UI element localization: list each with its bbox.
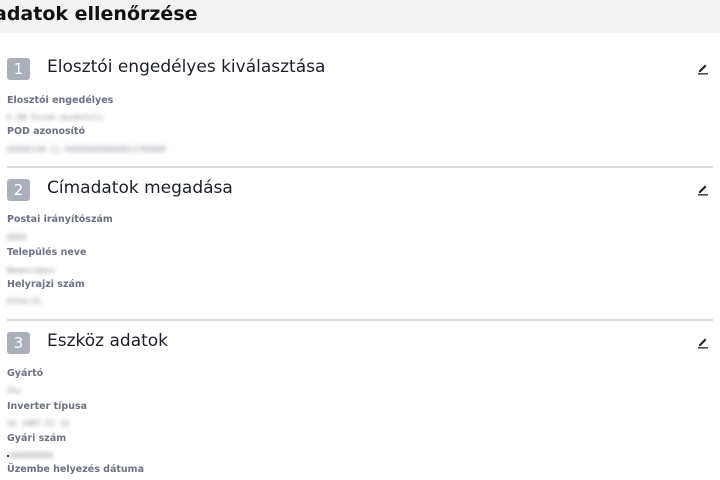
section-title: Címadatok megadása (47, 178, 233, 198)
field-label-distributor: Elosztói engedélyes (7, 95, 114, 106)
field-value-distributor: E.ON Észak-dunántúli (7, 113, 104, 122)
section-divider (7, 319, 713, 321)
pencil-edit-icon[interactable] (696, 335, 710, 349)
field-label-postal-code: Postai irányítószám (7, 214, 113, 225)
section-title: Eszköz adatok (47, 331, 169, 351)
review-card: 1 Elosztói engedélyes kiválasztása Elosz… (0, 33, 720, 480)
field-label-pod: POD azonosító (7, 126, 85, 137)
field-value-inverter-type: SG 10RT-P2 15 (7, 419, 70, 428)
page-title: adatok ellenőrzése (0, 3, 198, 25)
step-number-badge: 3 (7, 332, 30, 354)
cursor-dot (7, 455, 9, 457)
step-number-badge: 2 (7, 179, 30, 201)
field-label-serial-number: Gyári szám (7, 433, 67, 444)
field-label-lot-number: Helyrajzi szám (7, 279, 85, 290)
field-value-settlement: Nemesvámos (7, 266, 56, 275)
page-header: adatok ellenőrzése (0, 0, 720, 33)
field-value-pod: HU000130-11-S00000000000012700000 (7, 145, 166, 154)
field-value-manufacturer: Sku (7, 386, 22, 395)
field-label-commissioning-date: Üzembe helyezés dátuma (7, 464, 144, 475)
field-label-manufacturer: Gyártó (7, 368, 44, 379)
step-number-badge: 1 (7, 58, 30, 80)
field-label-inverter-type: Inverter típusa (7, 401, 88, 412)
section-divider (7, 166, 713, 168)
field-value-postal-code: 0000 (7, 233, 27, 242)
section-title: Elosztói engedélyes kiválasztása (47, 57, 326, 77)
field-value-lot-number: 0154/25 (7, 297, 41, 306)
field-value-serial-number: A00000000 (10, 451, 54, 460)
pencil-edit-icon[interactable] (696, 182, 710, 196)
field-label-settlement: Település neve (7, 247, 87, 258)
pencil-edit-icon[interactable] (696, 61, 710, 75)
